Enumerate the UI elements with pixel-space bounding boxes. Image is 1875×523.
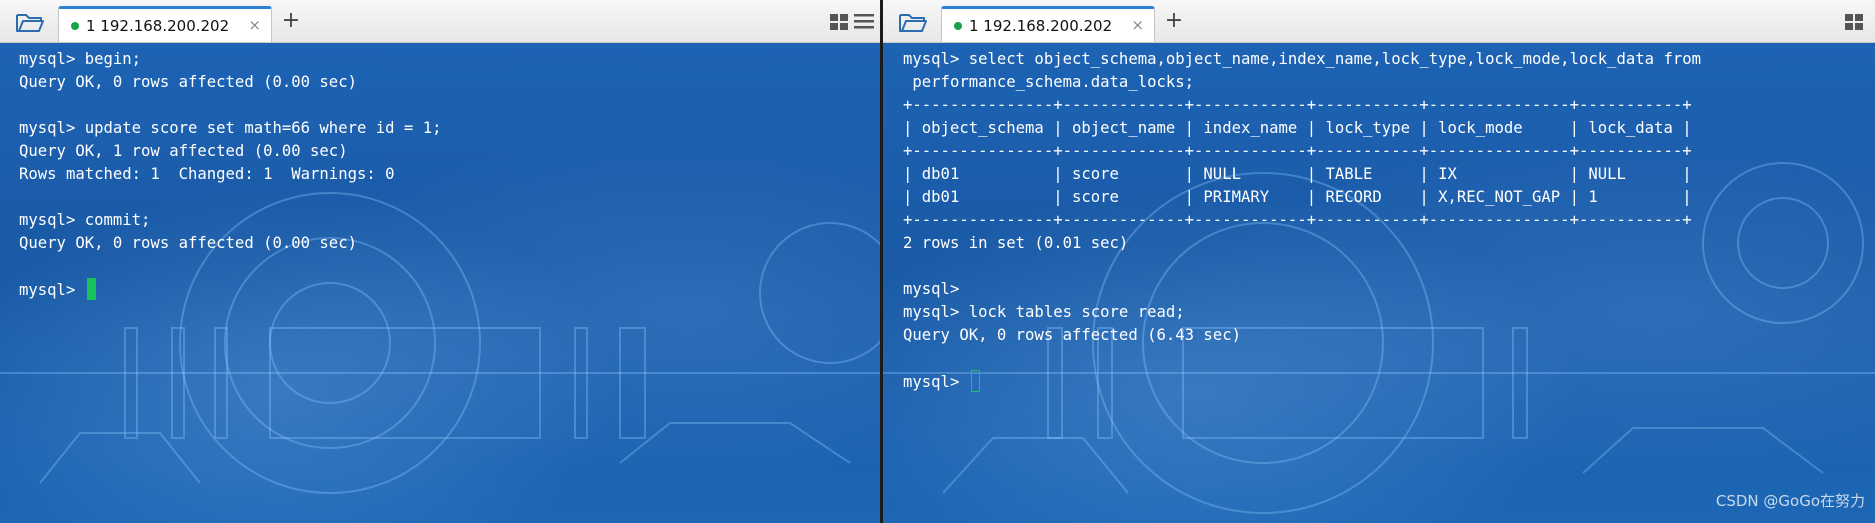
terminal-line-text: 2 rows in set (0.01 sec) (903, 234, 1129, 252)
terminal-line: 2 rows in set (0.01 sec) (903, 232, 1701, 255)
terminal-line-text: mysql> begin; (19, 50, 142, 68)
terminal-line: +---------------+-------------+---------… (903, 140, 1701, 163)
left-terminal-area[interactable]: mysql> begin; Query OK, 0 rows affected (… (0, 43, 880, 523)
terminal-line: performance_schema.data_locks; (903, 71, 1701, 94)
terminal-line: mysql> commit; (19, 209, 441, 232)
close-icon[interactable]: × (1131, 18, 1144, 33)
add-tab-button[interactable]: + (280, 10, 302, 32)
terminal-line-text: +---------------+-------------+---------… (903, 142, 1692, 160)
terminal-line: Rows matched: 1 Changed: 1 Warnings: 0 (19, 163, 441, 186)
folder-open-icon[interactable] (891, 7, 935, 37)
terminal-output: mysql> begin; Query OK, 0 rows affected (… (19, 48, 441, 301)
terminal-line: mysql> (19, 278, 441, 301)
tab-label: 1 192.168.200.202 (86, 16, 230, 35)
close-icon[interactable]: × (248, 18, 261, 33)
add-tab-button[interactable]: + (1163, 10, 1185, 32)
terminal-line: Query OK, 0 rows affected (0.00 sec) (19, 232, 441, 255)
terminal-line-text: | db01 | score | PRIMARY | RECORD | X,RE… (903, 188, 1692, 206)
terminal-line: Query OK, 0 rows affected (0.00 sec) (19, 71, 441, 94)
terminal-line: mysql> (903, 370, 1701, 393)
terminal-output: mysql> select object_schema,object_name,… (903, 48, 1701, 393)
right-terminal-area[interactable]: mysql> select object_schema,object_name,… (883, 43, 1875, 523)
terminal-line-text: | db01 | score | NULL | TABLE | IX | NUL… (903, 165, 1692, 183)
right-terminal-pane: 1 192.168.200.202 × + mysql> select obje… (883, 0, 1875, 523)
menu-lines-icon[interactable] (854, 13, 874, 30)
terminal-line: Query OK, 1 row affected (0.00 sec) (19, 140, 441, 163)
connected-status-dot (71, 21, 79, 30)
terminal-line: mysql> update score set math=66 where id… (19, 117, 441, 140)
terminal-line: +---------------+-------------+---------… (903, 94, 1701, 117)
terminal-line-text: Query OK, 0 rows affected (0.00 sec) (19, 73, 357, 91)
left-tab-bar: 1 192.168.200.202 × + (0, 0, 880, 43)
terminal-line-text: mysql> lock tables score read; (903, 303, 1185, 321)
terminal-line-text: mysql> update score set math=66 where id… (19, 119, 442, 137)
terminal-line: mysql> begin; (19, 48, 441, 71)
terminal-line-text: performance_schema.data_locks; (903, 73, 1195, 91)
terminal-line-text: +---------------+-------------+---------… (903, 96, 1692, 114)
terminal-line: mysql> (903, 278, 1701, 301)
terminal-line-text: mysql> (19, 281, 85, 299)
terminal-line-text: mysql> (903, 280, 969, 298)
terminal-line-text: | object_schema | object_name | index_na… (903, 119, 1692, 137)
tab-session-left[interactable]: 1 192.168.200.202 × (58, 6, 272, 42)
terminal-line-text: Rows matched: 1 Changed: 1 Warnings: 0 (19, 165, 395, 183)
folder-open-icon[interactable] (8, 7, 52, 37)
terminal-line-text: +---------------+-------------+---------… (903, 211, 1692, 229)
connected-status-dot (954, 21, 962, 30)
terminal-line-text: Query OK, 0 rows affected (6.43 sec) (903, 326, 1241, 344)
tile-grid-icon[interactable] (1845, 14, 1863, 30)
text-cursor (970, 370, 980, 392)
watermark: CSDN @GoGo在努力 (1715, 492, 1865, 510)
terminal-line-text: mysql> (903, 373, 969, 391)
terminal-line: | db01 | score | PRIMARY | RECORD | X,RE… (903, 186, 1701, 209)
terminal-line: | db01 | score | NULL | TABLE | IX | NUL… (903, 163, 1701, 186)
tile-grid-icon[interactable] (830, 14, 848, 30)
terminal-line: mysql> lock tables score read; (903, 301, 1701, 324)
text-cursor (86, 278, 96, 300)
terminal-line: | object_schema | object_name | index_na… (903, 117, 1701, 140)
terminal-line-text: Query OK, 1 row affected (0.00 sec) (19, 142, 348, 160)
terminal-line-text: Query OK, 0 rows affected (0.00 sec) (19, 234, 357, 252)
right-tab-bar: 1 192.168.200.202 × + (883, 0, 1875, 43)
tab-label: 1 192.168.200.202 (969, 16, 1113, 35)
left-terminal-pane: 1 192.168.200.202 × + mysql> begin; Quer… (0, 0, 880, 523)
terminal-line: mysql> select object_schema,object_name,… (903, 48, 1701, 71)
terminal-line: +---------------+-------------+---------… (903, 209, 1701, 232)
terminal-line-text: mysql> commit; (19, 211, 151, 229)
terminal-line: Query OK, 0 rows affected (6.43 sec) (903, 324, 1701, 347)
tab-session-right[interactable]: 1 192.168.200.202 × (941, 6, 1155, 42)
terminal-line-text: mysql> select object_schema,object_name,… (903, 50, 1701, 68)
